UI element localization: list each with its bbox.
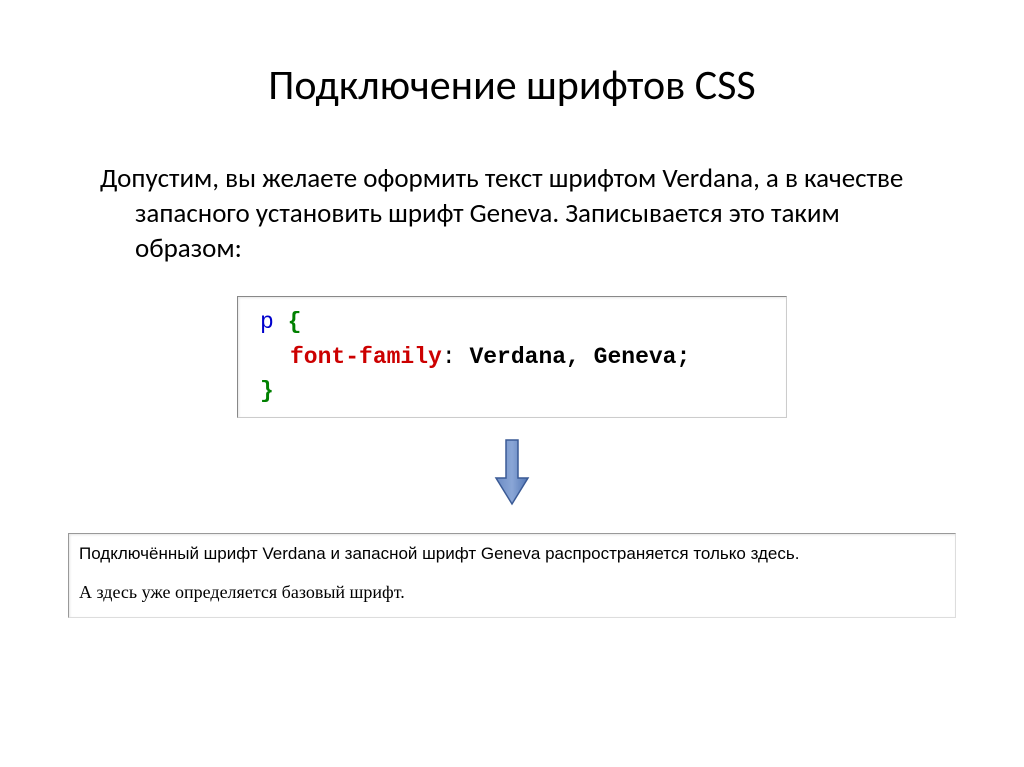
output-example-box: Подключённый шрифт Verdana и запасной шр… <box>68 533 956 618</box>
code-colon: : <box>442 344 456 370</box>
code-open-brace: { <box>288 309 302 335</box>
code-value: Verdana, Geneva; <box>456 344 691 370</box>
code-property: font-family <box>290 344 442 370</box>
slide-title: Подключение шрифтов CSS <box>60 60 964 111</box>
code-line-3: } <box>260 374 764 409</box>
code-close-brace: } <box>260 378 274 404</box>
down-arrow-icon <box>492 438 532 508</box>
slide-container: Подключение шрифтов CSS Допустим, вы жел… <box>0 0 1024 767</box>
code-line-1: p { <box>260 305 764 340</box>
output-verdana-text: Подключённый шрифт Verdana и запасной шр… <box>79 544 945 564</box>
code-example-box: p { font-family: Verdana, Geneva; } <box>237 296 787 418</box>
output-default-text: А здесь уже определяется базовый шрифт. <box>79 582 945 603</box>
code-selector: p <box>260 309 274 335</box>
arrow-container <box>60 438 964 513</box>
code-line-2: font-family: Verdana, Geneva; <box>260 340 764 375</box>
slide-body-text: Допустим, вы желаете оформить текст шриф… <box>95 161 964 266</box>
